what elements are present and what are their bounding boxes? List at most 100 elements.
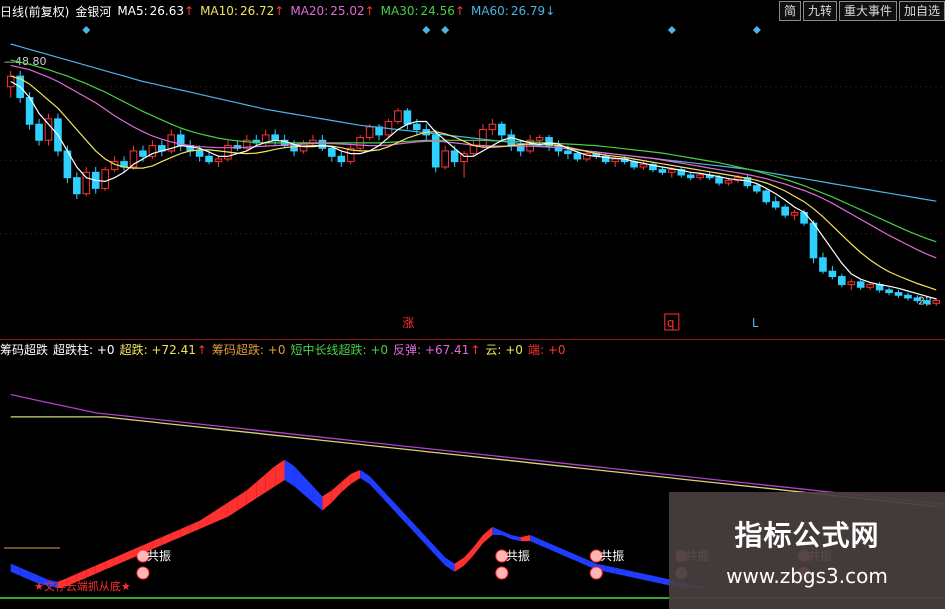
cloud-segment: [397, 506, 408, 525]
candle-body: [488, 123, 497, 131]
period-label: 日线(前复权): [0, 4, 70, 19]
cloud-segment: [501, 530, 512, 540]
major-events-button[interactable]: 重大事件: [838, 1, 897, 21]
ma30-label: MA30:: [380, 4, 419, 18]
candle-body: [394, 110, 402, 123]
candle: [894, 289, 903, 298]
cloud-segment: [10, 563, 21, 576]
price-marker-3: L: [752, 316, 759, 330]
cloud-segment: [643, 573, 653, 582]
ma30-readout: MA30: 24.56↑: [381, 4, 465, 18]
cloud-segment: [360, 469, 370, 485]
ma10-arrow: ↑: [274, 4, 285, 18]
candle-body: [365, 126, 374, 139]
candle: [838, 273, 846, 288]
cloud-segment: [275, 459, 285, 487]
ma30-arrow: ↑: [454, 4, 465, 18]
resonance-dot: [495, 566, 509, 580]
stock-chart-screen: 日线(前复权) 金银河 MA5: 26.63↑ MA10: 26.72↑ MA20:…: [0, 0, 945, 609]
watermark: 指标公式网 www.zbgs3.com: [669, 492, 945, 609]
candle-body: [668, 169, 676, 173]
candle-body: [847, 281, 856, 286]
candle: [479, 124, 487, 149]
candle-body: [6, 75, 15, 88]
cloud-segment: [199, 514, 210, 529]
stock-name: 金银河: [75, 4, 112, 19]
cloud-segment: [209, 508, 219, 525]
candle-body: [828, 270, 837, 278]
candle-body: [696, 174, 704, 179]
cloud-segment: [369, 476, 380, 495]
cloud-segment: [539, 539, 550, 550]
candle: [488, 118, 497, 135]
candle-body: [469, 145, 478, 155]
ma5-arrow: ↑: [184, 4, 195, 18]
candle: [148, 140, 157, 159]
cloud-segment: [605, 565, 616, 574]
resonance-dot: [589, 566, 603, 580]
ind-chaodie-text: 超跌: +72.41: [119, 342, 196, 357]
y-label-high: —48.80: [4, 55, 47, 68]
cloud-segment: [530, 535, 540, 546]
ma5-readout: MA5: 26.63↑: [117, 4, 194, 18]
cloud-segment: [426, 537, 436, 556]
candle: [394, 108, 402, 125]
candle-body: [271, 134, 279, 141]
cloud-segment: [652, 575, 663, 584]
cloud-segment: [624, 569, 635, 578]
cloud-segment: [445, 557, 455, 572]
candle-body: [564, 150, 572, 155]
candle-body: [686, 174, 695, 179]
candle-body: [913, 297, 922, 302]
candle-body: [819, 257, 827, 272]
cloud-segment: [86, 565, 96, 578]
candle: [771, 196, 780, 210]
candle-body: [715, 177, 723, 184]
cloud-segment: [218, 502, 228, 521]
candle: [819, 252, 827, 274]
ma60-readout: MA60: 26.79↓: [471, 4, 555, 18]
nine-turn-button[interactable]: 九转: [802, 1, 837, 21]
cloud-segment: [379, 486, 389, 505]
candle: [233, 140, 242, 151]
cloud-segment: [435, 547, 446, 566]
candle-body: [205, 155, 213, 163]
resonance-label: 共振: [600, 549, 624, 563]
candle: [507, 129, 516, 151]
candle: [658, 166, 667, 175]
candle-body: [479, 129, 487, 147]
candle: [686, 172, 695, 181]
candle-body: [658, 169, 667, 173]
candle-body: [535, 137, 544, 141]
candle-body: [73, 177, 81, 195]
ind-name: 筹码超跌: [0, 342, 49, 357]
candle: [828, 265, 837, 280]
simplified-button[interactable]: 简: [778, 1, 801, 21]
ma60-line: [10, 43, 937, 202]
resonance-marker: 共振: [136, 549, 171, 580]
candle: [176, 129, 185, 151]
event-diamond: [441, 26, 450, 34]
candle: [252, 134, 261, 146]
ind-chaodiezhu: 超跌柱: +0: [53, 342, 115, 357]
candle-body: [809, 222, 818, 259]
resonance-marker: 共振: [495, 549, 530, 580]
cloud-segment: [615, 567, 625, 576]
candle-body: [856, 281, 865, 288]
candle: [705, 172, 714, 181]
candle-body: [101, 169, 109, 189]
candle-body: [762, 190, 771, 203]
ma20-label: MA20:: [290, 4, 329, 18]
cloud-segment: [482, 526, 493, 544]
candle: [781, 204, 789, 218]
add-watchlist-button[interactable]: 加自选: [898, 1, 945, 21]
candle: [469, 140, 478, 157]
event-diamond: [422, 26, 431, 34]
cloud-segment: [350, 469, 361, 485]
cloud-segment: [312, 486, 323, 511]
cloud-segment: [180, 524, 191, 538]
ma10-value: 26.72: [239, 4, 275, 18]
candle: [44, 113, 53, 146]
cloud-segment: [114, 553, 125, 566]
candle-body: [866, 284, 874, 288]
